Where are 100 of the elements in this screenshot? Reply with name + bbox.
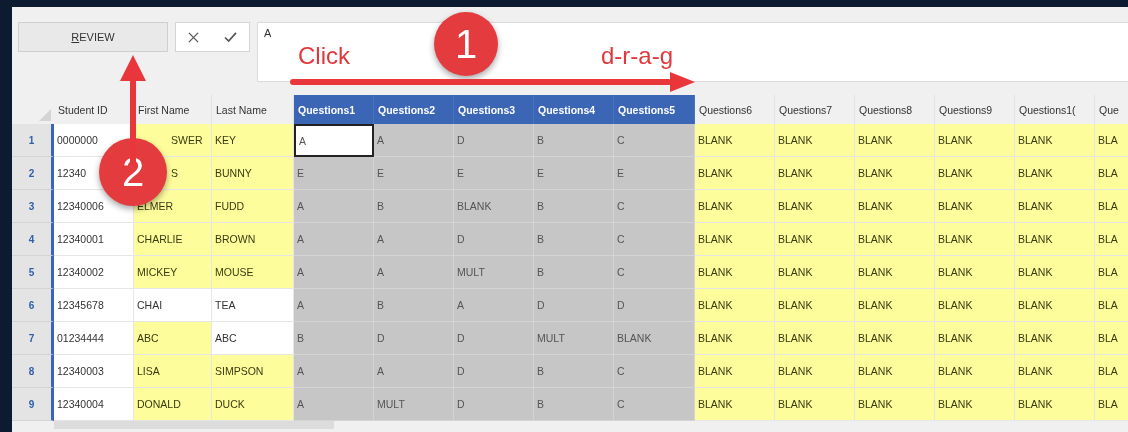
table-cell: BLANK	[935, 223, 1015, 256]
table-cell: BLANK	[855, 256, 935, 289]
table-cell: BLANK	[695, 223, 775, 256]
table-cell: A	[294, 388, 374, 421]
row-number[interactable]: 8	[12, 355, 54, 388]
table-cell: BLANK	[1015, 322, 1095, 355]
table-cell: MOUSE	[212, 256, 294, 289]
table-cell: BLANK	[1015, 388, 1095, 421]
table-cell: BLANK	[855, 322, 935, 355]
table-cell: BLANK	[1015, 190, 1095, 223]
table-cell: C	[614, 190, 695, 223]
table-cell: DUCK	[212, 388, 294, 421]
table-cell: BLANK	[775, 223, 855, 256]
table-cell: BLANK	[935, 256, 1015, 289]
row-number[interactable]: 7	[12, 322, 54, 355]
table-cell: ABC	[212, 322, 294, 355]
column-header[interactable]: Questions4	[534, 95, 614, 124]
table-cell: D	[454, 388, 534, 421]
table-cell: E	[534, 157, 614, 190]
table-cell: BLANK	[695, 256, 775, 289]
table-cell: BROWN	[212, 223, 294, 256]
table-cell: BLANK	[775, 322, 855, 355]
table-cell: BLANK	[935, 322, 1015, 355]
table-cell: D	[454, 322, 534, 355]
table-cell: BLANK	[775, 157, 855, 190]
table-cell: BLANK	[935, 289, 1015, 322]
table-cell: BLANK	[695, 190, 775, 223]
table-cell: A	[294, 190, 374, 223]
table-cell: C	[614, 388, 695, 421]
table-cell: B	[534, 223, 614, 256]
table-cell: BLANK	[614, 322, 695, 355]
table-cell: BLANK	[855, 355, 935, 388]
table-cell: BLA	[1095, 223, 1128, 256]
table-cell: BLANK	[855, 124, 935, 157]
table-cell: BLANK	[855, 388, 935, 421]
table-cell: D	[614, 289, 695, 322]
table-cell: KEY	[212, 124, 294, 157]
row-number[interactable]: 5	[12, 256, 54, 289]
table-cell: A	[294, 223, 374, 256]
horizontal-scrollbar[interactable]	[54, 421, 334, 429]
table-cell: 01234444	[54, 322, 134, 355]
column-header[interactable]: Questions1	[294, 95, 374, 124]
table-cell: B	[374, 190, 454, 223]
review-button[interactable]: REVIEW	[18, 22, 168, 52]
table-cell: BUNNY	[212, 157, 294, 190]
table-cell: BLA	[1095, 190, 1128, 223]
table-cell: C	[614, 256, 695, 289]
table-cell: E	[454, 157, 534, 190]
table-cell: B	[534, 190, 614, 223]
table-cell: BLANK	[775, 256, 855, 289]
table-cell: A	[374, 256, 454, 289]
row-number[interactable]: 3	[12, 190, 54, 223]
cancel-icon[interactable]	[188, 31, 200, 43]
table-cell: B	[534, 388, 614, 421]
table-cell: 12340002	[54, 256, 134, 289]
column-header[interactable]: Questions5	[614, 95, 695, 124]
table-cell: B	[294, 322, 374, 355]
table-cell: TEA	[212, 289, 294, 322]
table-cell: B	[534, 124, 614, 157]
table-cell: A	[294, 124, 374, 157]
table-cell: BLA	[1095, 322, 1128, 355]
check-icon[interactable]	[223, 31, 237, 43]
table-cell: E	[374, 157, 454, 190]
table-cell: A	[374, 223, 454, 256]
table-cell: BLANK	[775, 289, 855, 322]
table-cell: LISA	[134, 355, 212, 388]
table-cell: D	[454, 223, 534, 256]
row-number[interactable]: 1	[12, 124, 54, 157]
table-cell: 12345678	[54, 289, 134, 322]
table-cell: ABC	[134, 322, 212, 355]
table-cell: C	[614, 355, 695, 388]
table-cell: BLA	[1095, 355, 1128, 388]
table-cell: C	[614, 124, 695, 157]
table-cell: BLANK	[695, 157, 775, 190]
table-cell: BLANK	[1015, 157, 1095, 190]
table-cell: BLA	[1095, 388, 1128, 421]
table-cell: BLANK	[695, 322, 775, 355]
table-cell: CHARLIE	[134, 223, 212, 256]
table-cell: BLANK	[695, 355, 775, 388]
table-cell: BLANK	[1015, 256, 1095, 289]
table-cell: BLANK	[775, 355, 855, 388]
table-cell: BLA	[1095, 256, 1128, 289]
table-cell: BLANK	[935, 355, 1015, 388]
table-cell: A	[294, 289, 374, 322]
table-cell: BLANK	[855, 190, 935, 223]
table-cell: BLANK	[695, 124, 775, 157]
row-number[interactable]: 4	[12, 223, 54, 256]
column-header[interactable]: Questions3	[454, 95, 534, 124]
table-cell: BLANK	[855, 157, 935, 190]
table-cell: CHAI	[134, 289, 212, 322]
table-cell: BLANK	[935, 124, 1015, 157]
table-cell: BLANK	[935, 157, 1015, 190]
column-header[interactable]: Questions2	[374, 95, 454, 124]
row-number[interactable]: 2	[12, 157, 54, 190]
row-number[interactable]: 9	[12, 388, 54, 421]
row-number[interactable]: 6	[12, 289, 54, 322]
table-cell: A	[294, 355, 374, 388]
table-cell: B	[534, 256, 614, 289]
table-cell: BLA	[1095, 124, 1128, 157]
corner-triangle-icon	[39, 109, 51, 121]
